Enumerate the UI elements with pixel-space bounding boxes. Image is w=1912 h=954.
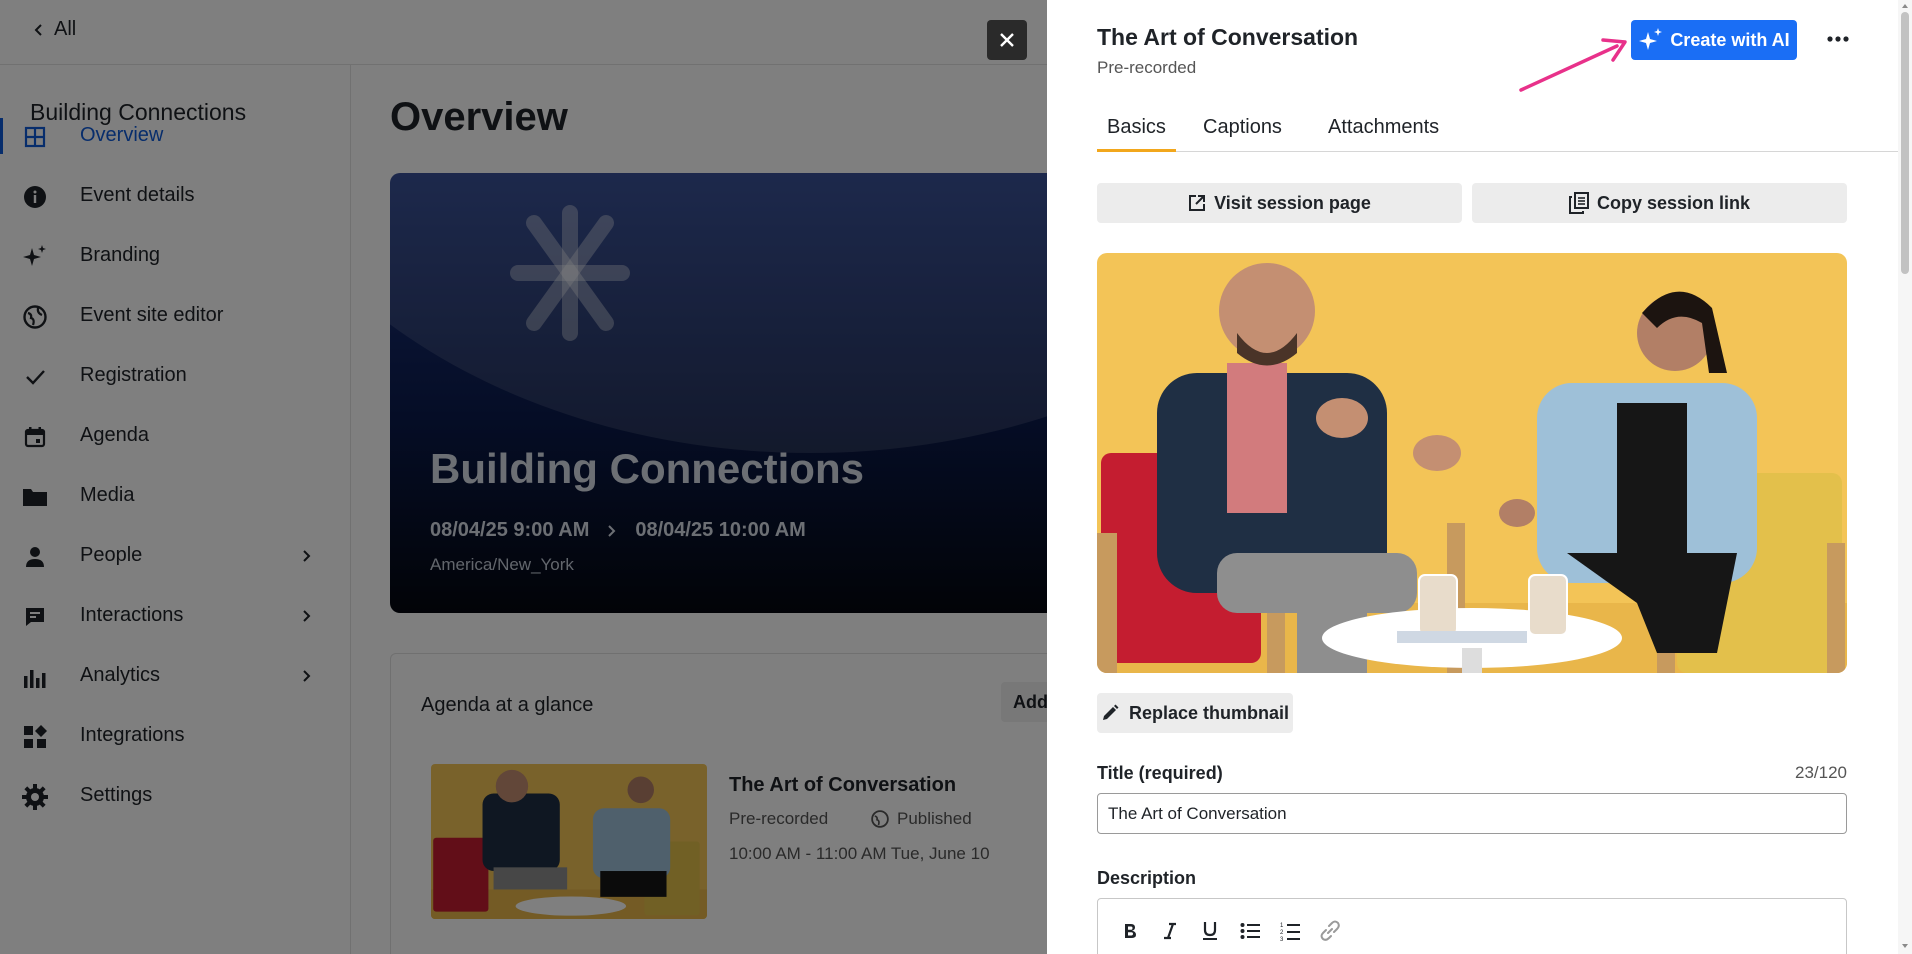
- close-drawer-button[interactable]: [987, 20, 1027, 60]
- drawer-scrollbar[interactable]: [1898, 0, 1912, 954]
- link-icon[interactable]: [1316, 917, 1344, 945]
- replace-thumbnail-button[interactable]: Replace thumbnail: [1097, 693, 1293, 733]
- drawer-subtitle: Pre-recorded: [1097, 58, 1197, 77]
- bold-icon[interactable]: [1116, 917, 1144, 945]
- scrollbar-thumb[interactable]: [1901, 12, 1909, 274]
- scroll-up-arrow-icon[interactable]: [1901, 2, 1909, 10]
- replace-thumbnail-label: Replace thumbnail: [1128, 702, 1290, 723]
- italic-icon[interactable]: [1156, 917, 1184, 945]
- underline-icon[interactable]: [1196, 917, 1224, 945]
- more-horizontal-icon: [1827, 36, 1849, 42]
- create-with-ai-button[interactable]: Create with AI: [1631, 20, 1797, 60]
- title-field-label: Title (required): [1097, 763, 1223, 783]
- create-with-ai-label: Create with AI: [1670, 29, 1790, 50]
- description-editor[interactable]: 123: [1097, 898, 1847, 954]
- close-icon: [1000, 33, 1014, 47]
- copy-icon: [1568, 192, 1589, 214]
- external-link-icon: [1189, 195, 1206, 211]
- tab-captions[interactable]: Captions: [1193, 116, 1292, 152]
- session-thumbnail-preview: [1097, 253, 1847, 673]
- numbered-list-icon[interactable]: 123: [1276, 917, 1304, 945]
- title-char-count: 23/120: [1795, 763, 1847, 782]
- scroll-down-arrow-icon[interactable]: [1901, 942, 1909, 950]
- title-input[interactable]: The Art of Conversation: [1097, 793, 1847, 834]
- tab-basics[interactable]: Basics: [1097, 116, 1176, 152]
- description-label: Description: [1097, 868, 1197, 888]
- drawer-title: The Art of Conversation: [1097, 24, 1359, 50]
- copy-session-link-label: Copy session link: [1596, 192, 1751, 213]
- drawer-tabs: Basics Captions Attachments: [1097, 112, 1912, 152]
- svg-text:1: 1: [1280, 923, 1284, 929]
- tab-attachments[interactable]: Attachments: [1318, 116, 1449, 152]
- sparkle-icon: [1639, 28, 1663, 50]
- visit-session-page-label: Visit session page: [1214, 192, 1371, 213]
- svg-text:2: 2: [1280, 930, 1284, 936]
- pencil-icon: [1102, 704, 1119, 720]
- visit-session-page-button[interactable]: Visit session page: [1097, 183, 1462, 223]
- copy-session-link-button[interactable]: Copy session link: [1472, 183, 1847, 223]
- modal-backdrop[interactable]: [0, 0, 1047, 954]
- bulleted-list-icon[interactable]: [1236, 917, 1264, 945]
- session-drawer: The Art of Conversation Pre-recorded Cre…: [1047, 0, 1912, 954]
- more-options-button[interactable]: [1823, 24, 1853, 54]
- annotation-arrow: [1519, 38, 1627, 92]
- svg-text:3: 3: [1280, 937, 1284, 941]
